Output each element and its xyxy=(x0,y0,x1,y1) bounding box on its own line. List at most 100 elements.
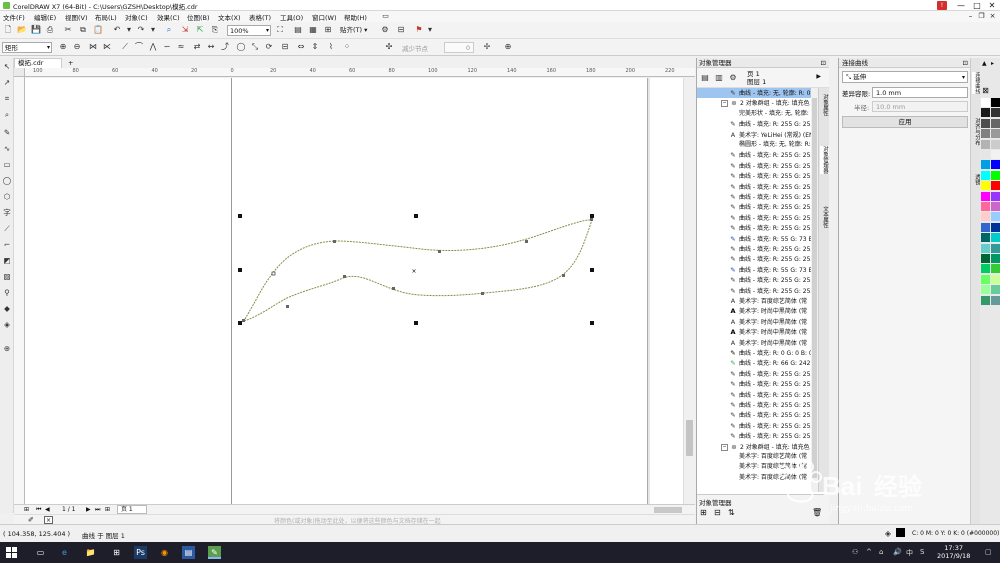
copy-icon[interactable]: ⧉ xyxy=(78,25,88,35)
add-tool-icon[interactable]: ⊕ xyxy=(2,344,12,354)
object-list-row[interactable]: ✎ 曲线 - 填充: R: 0 G: 0 B: 0 ( xyxy=(697,348,818,358)
color-swatch[interactable] xyxy=(981,181,990,191)
color-swatch[interactable] xyxy=(981,233,990,243)
rotate-nodes-icon[interactable]: ⟳ xyxy=(264,42,274,52)
new-layer-icon[interactable]: ⊞ xyxy=(700,508,707,517)
add-plus-icon[interactable]: ⊕ xyxy=(503,42,513,52)
fill-color-swatch[interactable] xyxy=(896,528,905,537)
parallel-dimension-icon[interactable]: ⟋ xyxy=(2,224,12,234)
photoshop-icon[interactable]: Ps xyxy=(134,546,147,559)
object-list-row[interactable]: ✎ 曲线 - 填充: R: 255 G: 255 B xyxy=(697,161,818,171)
move-layer-icon[interactable]: ⇅ xyxy=(728,508,735,517)
interactive-fill-icon[interactable]: ◆ xyxy=(2,304,12,314)
apply-button[interactable]: 应用 xyxy=(842,116,968,128)
symmetrical-node-icon[interactable]: ≈ xyxy=(176,42,186,52)
color-swatch[interactable] xyxy=(981,170,990,180)
object-list-row[interactable]: A 美术字: 时尚中黑简体 (常 xyxy=(697,338,818,348)
notification-icon[interactable]: ▢ xyxy=(985,548,992,556)
file-explorer-icon[interactable]: 📁 xyxy=(84,546,97,559)
browser-icon[interactable]: ◉ xyxy=(158,546,171,559)
object-list-row[interactable]: ✎ 曲线 - 填充: R: 255 G: 255 B xyxy=(697,171,818,181)
color-swatch[interactable] xyxy=(981,254,990,263)
object-list-row[interactable]: ✎ 曲线 - 填充: R: 255 G: 255 B xyxy=(697,421,818,431)
last-page-icon[interactable]: ⏭ xyxy=(95,506,100,514)
new-document-icon[interactable]: 🗋 xyxy=(3,25,13,35)
layer-properties-icon[interactable]: ▤ xyxy=(700,73,710,83)
object-list-row[interactable]: − ⊛ 2 对象群组 - 填充: 填充色 xyxy=(697,442,818,452)
undo-dropdown-icon[interactable]: ▾ xyxy=(124,25,134,35)
document-tab[interactable]: 模拓.cdr + xyxy=(14,58,73,68)
next-page-icon[interactable]: ▶ xyxy=(86,506,91,513)
color-swatch[interactable] xyxy=(991,212,1000,222)
vertical-ruler[interactable] xyxy=(14,77,25,504)
color-swatch[interactable] xyxy=(981,264,990,274)
object-list-row[interactable]: − ⊛ 2 对象群组 - 填充: 填充色 xyxy=(697,98,818,108)
options-icon[interactable]: ⚙ xyxy=(380,25,390,35)
menu-object[interactable]: 对象(C) xyxy=(125,12,148,22)
color-swatch[interactable] xyxy=(981,243,990,253)
layer-options-icon[interactable]: ⚙ xyxy=(728,73,738,83)
color-swatch[interactable] xyxy=(991,202,1000,211)
open-icon[interactable]: 📂 xyxy=(17,25,27,35)
panel-pin-icon[interactable]: ⊡ xyxy=(963,58,968,68)
drop-shadow-icon[interactable]: ◩ xyxy=(2,256,12,266)
elastic-mode-icon[interactable]: ⌇ xyxy=(326,42,336,52)
object-list-row[interactable]: 完美形状 - 填充: 无, 轮廓: xyxy=(697,109,818,119)
object-list-scrollbar[interactable] xyxy=(811,88,818,492)
menu-table[interactable]: 表格(T) xyxy=(249,12,271,22)
color-swatch[interactable] xyxy=(991,129,1000,139)
object-list-row[interactable]: ✎ 曲线 - 填充: R: 255 G: 255 B xyxy=(697,244,818,254)
object-list-row[interactable]: ✎ 曲线 - 填充: R: 255 G: 255 B xyxy=(697,400,818,410)
page-add-after-icon[interactable]: ⊞ xyxy=(105,506,110,513)
store-icon[interactable]: ⊞ xyxy=(110,546,123,559)
zoom-tool-icon[interactable]: ⌕ xyxy=(2,110,12,120)
application-launcher-icon[interactable]: ⊟ xyxy=(396,25,406,35)
color-swatch[interactable] xyxy=(991,139,1000,149)
doc-close-icon[interactable]: × xyxy=(988,12,997,21)
ellipse-tool-icon[interactable]: ◯ xyxy=(2,176,12,186)
object-list-row[interactable]: ✎ 曲线 - 填充: R: 55 G: 73 B: 2 xyxy=(697,265,818,275)
menu-text[interactable]: 文本(X) xyxy=(218,12,241,22)
snap-to-button[interactable]: 贴齐(T) ▾ xyxy=(340,25,367,35)
palette-scroll-up-icon[interactable]: ▲ xyxy=(982,60,987,67)
object-list-row[interactable]: ✎ 曲线 - 填充: R: 255 G: 255 B xyxy=(697,410,818,420)
object-list-row[interactable]: ✎ 曲线 - 填充: 无, 轮廓: R: 0 xyxy=(697,88,818,99)
select-all-nodes-icon[interactable]: ⁘ xyxy=(342,42,352,52)
object-list-row[interactable]: A 美术字: 时尚中黑简体 (常 xyxy=(697,327,818,337)
menu-tools[interactable]: 工具(O) xyxy=(280,12,303,22)
break-curve-icon[interactable]: ⋉ xyxy=(102,42,112,52)
stretch-nodes-icon[interactable]: ⤡ xyxy=(250,42,260,52)
sogou-icon[interactable]: S xyxy=(920,548,924,556)
object-list-row[interactable]: A 美术字: YeLiHei (常规) (EN xyxy=(697,130,818,140)
object-list-row[interactable]: A 美术字: 百度综艺简体 (常 xyxy=(697,296,818,306)
palette-menu-icon[interactable]: ▸ xyxy=(991,60,994,67)
object-list-row[interactable]: ✎ 曲线 - 填充: R: 255 G: 255 B xyxy=(697,119,818,129)
object-list-row[interactable]: ✎ 曲线 - 填充: R: 255 G: 255 B xyxy=(697,202,818,212)
pick-tool-icon[interactable]: ↖ xyxy=(2,62,12,72)
color-swatch[interactable] xyxy=(991,108,1000,118)
menu-file[interactable]: 文件(F) xyxy=(3,12,25,22)
extract-subpath-icon[interactable]: ⤴ xyxy=(220,42,230,52)
eyedropper-icon[interactable]: ✐ xyxy=(28,516,34,524)
reflect-horizontal-icon[interactable]: ⇔ xyxy=(296,42,306,52)
connect-mode-select[interactable]: ⤡ 延伸 ▾ xyxy=(842,71,968,83)
object-list-row[interactable]: ✎ 曲线 - 填充: R: 255 G: 255 B xyxy=(697,286,818,296)
menu-view[interactable]: 视图(V) xyxy=(65,12,88,22)
delete-node-icon[interactable]: ⊖ xyxy=(72,42,82,52)
show-rulers-icon[interactable]: ▤ xyxy=(293,25,303,35)
color-swatch[interactable] xyxy=(991,98,1000,107)
rectangle-tool-icon[interactable]: ▭ xyxy=(2,160,12,170)
color-swatch[interactable] xyxy=(991,243,1000,253)
import-icon[interactable]: ⇲ xyxy=(180,25,190,35)
color-swatch[interactable] xyxy=(981,129,990,139)
show-guidelines-icon[interactable]: ⊞ xyxy=(323,25,333,35)
network-icon[interactable]: ⌂ xyxy=(879,548,883,556)
object-list-row[interactable]: ✎ 曲线 - 填充: R: 255 G: 255 B xyxy=(697,150,818,160)
color-swatch[interactable] xyxy=(991,254,1000,263)
object-list-row[interactable]: A 美术字: 时尚中黑简体 (常 xyxy=(697,317,818,327)
publish-pdf-icon[interactable]: ⎘ xyxy=(210,25,220,35)
to-line-icon[interactable]: ⟋ xyxy=(120,42,130,52)
alert-button[interactable]: ! xyxy=(937,1,947,10)
object-list-scroll-thumb[interactable] xyxy=(812,98,817,478)
input-method-icon[interactable]: 中 xyxy=(906,548,913,558)
